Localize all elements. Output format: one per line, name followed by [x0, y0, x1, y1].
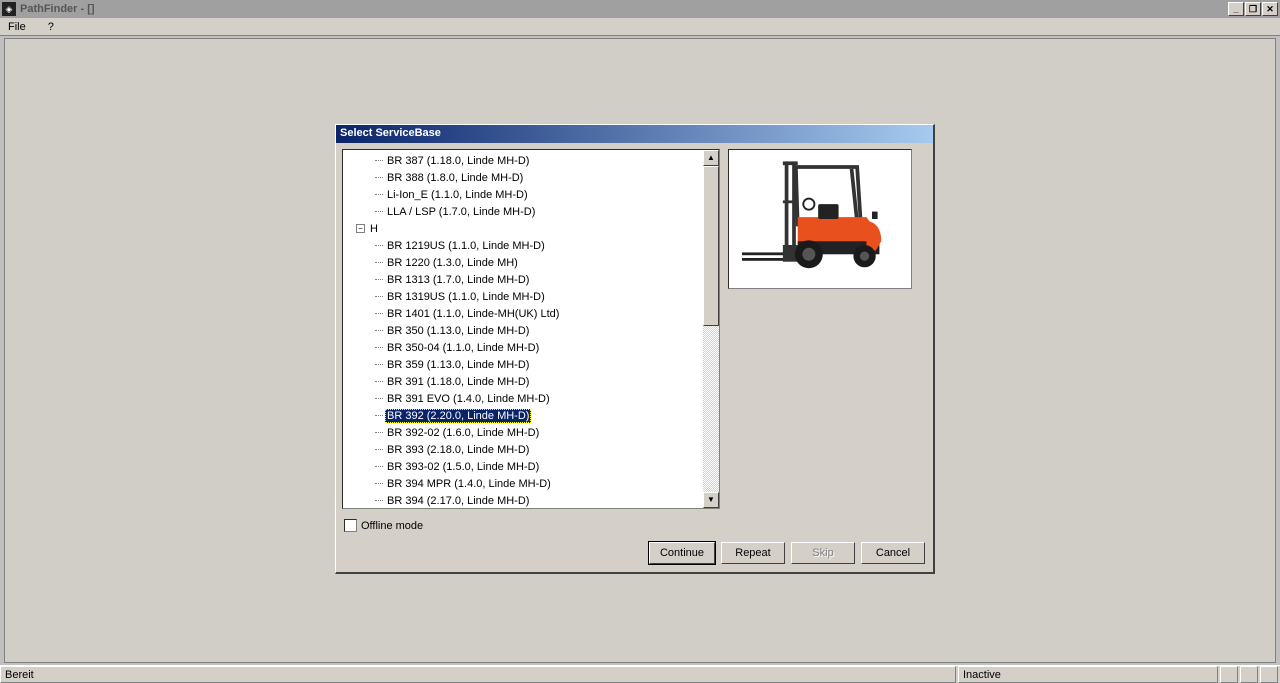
- tree-branch-icon: [375, 313, 383, 314]
- tree-item-label: BR 1319US (1.1.0, Linde MH-D): [385, 290, 547, 304]
- maximize-button[interactable]: ❐: [1245, 2, 1261, 16]
- tree-branch-icon: [375, 483, 383, 484]
- tree-item[interactable]: LLA / LSP (1.7.0, Linde MH-D): [345, 203, 719, 220]
- tree-item-label: LLA / LSP (1.7.0, Linde MH-D): [385, 205, 537, 219]
- cancel-button[interactable]: Cancel: [861, 542, 925, 564]
- tree-branch-icon: [375, 330, 383, 331]
- status-pane-3: [1260, 666, 1278, 683]
- tree-scrollbar[interactable]: ▲ ▼: [703, 150, 719, 508]
- dialog-buttons: Continue Repeat Skip Cancel: [336, 538, 933, 572]
- tree-item-label: BR 359 (1.13.0, Linde MH-D): [385, 358, 531, 372]
- window-buttons: _ ❐ ✕: [1228, 2, 1278, 16]
- tree-branch-icon: [375, 279, 383, 280]
- tree-branch-icon: [375, 432, 383, 433]
- tree-branch-icon: [375, 466, 383, 467]
- menu-help[interactable]: ?: [42, 19, 60, 35]
- tree-branch-icon: [375, 500, 383, 501]
- tree-item[interactable]: BR 388 (1.8.0, Linde MH-D): [345, 169, 719, 186]
- tree-item-label: BR 392 (2.20.0, Linde MH-D): [385, 409, 531, 423]
- status-pane-1: [1220, 666, 1238, 683]
- scroll-up-button[interactable]: ▲: [703, 150, 719, 166]
- tree-item[interactable]: −H: [345, 220, 719, 237]
- tree-item[interactable]: BR 391 (1.18.0, Linde MH-D): [345, 373, 719, 390]
- tree-view[interactable]: BR 387 (1.18.0, Linde MH-D) BR 388 (1.8.0…: [342, 149, 720, 509]
- tree-branch-icon: [375, 194, 383, 195]
- repeat-button[interactable]: Repeat: [721, 542, 785, 564]
- dialog-body: BR 387 (1.18.0, Linde MH-D) BR 388 (1.8.0…: [336, 143, 933, 515]
- offline-label: Offline mode: [361, 520, 423, 532]
- tree-item-label: BR 393-02 (1.5.0, Linde MH-D): [385, 460, 541, 474]
- tree-item[interactable]: BR 1220 (1.3.0, Linde MH): [345, 254, 719, 271]
- tree-branch-icon: [375, 415, 383, 416]
- tree-item[interactable]: BR 392 (2.20.0, Linde MH-D): [345, 407, 719, 424]
- tree-content: BR 387 (1.18.0, Linde MH-D) BR 388 (1.8.0…: [343, 150, 719, 509]
- tree-branch-icon: [375, 347, 383, 348]
- continue-button[interactable]: Continue: [649, 542, 715, 564]
- menu-file[interactable]: File: [2, 19, 32, 35]
- tree-item[interactable]: BR 1401 (1.1.0, Linde-MH(UK) Ltd): [345, 305, 719, 322]
- tree-item-label: BR 350-04 (1.1.0, Linde MH-D): [385, 341, 541, 355]
- tree-item-label: BR 392-02 (1.6.0, Linde MH-D): [385, 426, 541, 440]
- minimize-button[interactable]: _: [1228, 2, 1244, 16]
- scroll-thumb[interactable]: [703, 166, 719, 326]
- tree-item-label: BR 394 MPR (1.4.0, Linde MH-D): [385, 477, 553, 491]
- status-pane-2: [1240, 666, 1258, 683]
- tree-branch-icon: [375, 160, 383, 161]
- tree-item[interactable]: BR 394 MPR (1.4.0, Linde MH-D): [345, 475, 719, 492]
- status-left: Bereit: [0, 666, 956, 683]
- preview-image: [728, 149, 912, 289]
- tree-branch-icon: [375, 262, 383, 263]
- statusbar: Bereit Inactive: [0, 665, 1280, 683]
- tree-item[interactable]: BR 1219US (1.1.0, Linde MH-D): [345, 237, 719, 254]
- tree-item[interactable]: BR 1313 (1.7.0, Linde MH-D): [345, 271, 719, 288]
- tree-item[interactable]: BR 1319US (1.1.0, Linde MH-D): [345, 288, 719, 305]
- tree-item[interactable]: BR 350 (1.13.0, Linde MH-D): [345, 322, 719, 339]
- tree-branch-icon: [375, 296, 383, 297]
- offline-row: Offline mode: [336, 515, 933, 538]
- dialog-title: Select ServiceBase: [336, 125, 933, 143]
- tree-expander-icon[interactable]: −: [356, 224, 365, 233]
- scroll-down-button[interactable]: ▼: [703, 492, 719, 508]
- tree-branch-icon: [375, 381, 383, 382]
- tree-branch-icon: [375, 398, 383, 399]
- tree-item-label: BR 388 (1.8.0, Linde MH-D): [385, 171, 525, 185]
- tree-item-label: BR 393 (2.18.0, Linde MH-D): [385, 443, 531, 457]
- tree-item[interactable]: BR 359 (1.13.0, Linde MH-D): [345, 356, 719, 373]
- tree-item-label: BR 391 (1.18.0, Linde MH-D): [385, 375, 531, 389]
- tree-item-label: BR 387 (1.18.0, Linde MH-D): [385, 154, 531, 168]
- tree-item-label: BR 1313 (1.7.0, Linde MH-D): [385, 273, 531, 287]
- tree-item[interactable]: BR 387 (1.18.0, Linde MH-D): [345, 152, 719, 169]
- tree-item[interactable]: BR 393 (2.18.0, Linde MH-D): [345, 441, 719, 458]
- tree-item-label: BR 391 EVO (1.4.0, Linde MH-D): [385, 392, 552, 406]
- app-icon: ◈: [2, 2, 16, 16]
- window-title: PathFinder - []: [20, 3, 1228, 15]
- tree-item[interactable]: BR 392-02 (1.6.0, Linde MH-D): [345, 424, 719, 441]
- tree-item-label: BR 1220 (1.3.0, Linde MH): [385, 256, 520, 270]
- menubar: File ?: [0, 18, 1280, 36]
- status-inactive: Inactive: [958, 666, 1218, 683]
- tree-branch-icon: [375, 449, 383, 450]
- offline-checkbox[interactable]: [344, 519, 357, 532]
- select-servicebase-dialog: Select ServiceBase BR 387 (1.18.0, Linde…: [335, 124, 935, 574]
- tree-item[interactable]: BR 393-02 (1.5.0, Linde MH-D): [345, 458, 719, 475]
- tree-item-label: BR 1401 (1.1.0, Linde-MH(UK) Ltd): [385, 307, 561, 321]
- close-button[interactable]: ✕: [1262, 2, 1278, 16]
- tree-item-label: H: [368, 222, 380, 236]
- tree-branch-icon: [375, 245, 383, 246]
- tree-item[interactable]: BR 350-04 (1.1.0, Linde MH-D): [345, 339, 719, 356]
- tree-branch-icon: [375, 364, 383, 365]
- skip-button[interactable]: Skip: [791, 542, 855, 564]
- tree-item[interactable]: Li-Ion_E (1.1.0, Linde MH-D): [345, 186, 719, 203]
- tree-branch-icon: [375, 211, 383, 212]
- tree-item[interactable]: BR 394 (2.17.0, Linde MH-D): [345, 492, 719, 509]
- tree-item-label: BR 1219US (1.1.0, Linde MH-D): [385, 239, 547, 253]
- tree-item[interactable]: BR 391 EVO (1.4.0, Linde MH-D): [345, 390, 719, 407]
- tree-branch-icon: [375, 177, 383, 178]
- tree-item-label: BR 350 (1.13.0, Linde MH-D): [385, 324, 531, 338]
- tree-item-label: BR 394 (2.17.0, Linde MH-D): [385, 494, 531, 508]
- tree-item-label: Li-Ion_E (1.1.0, Linde MH-D): [385, 188, 530, 202]
- titlebar: ◈ PathFinder - [] _ ❐ ✕: [0, 0, 1280, 18]
